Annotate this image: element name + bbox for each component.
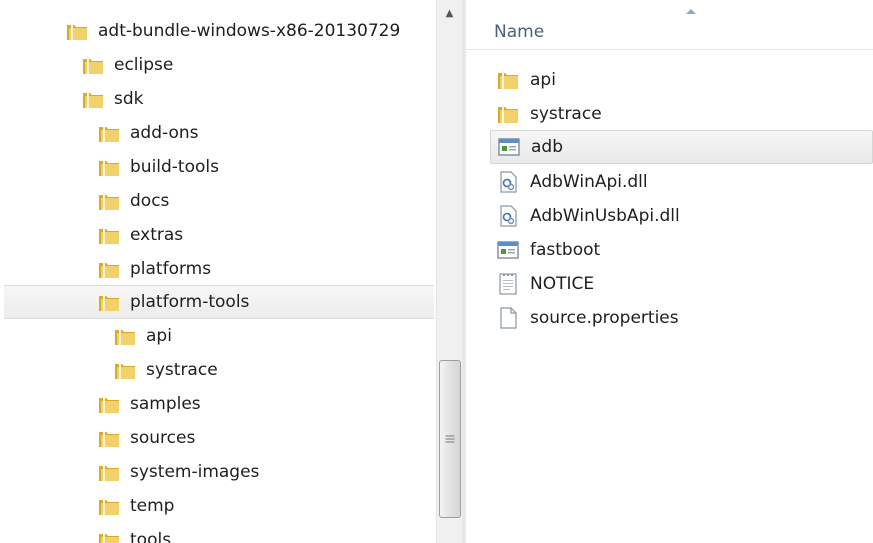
file-list-pane: Name api systrace adb AdbWinApi.dll AdbW… xyxy=(466,0,873,543)
tree-item-label: add-ons xyxy=(130,123,199,143)
tree-item-sources[interactable]: sources xyxy=(4,421,434,455)
tree-item-eclipse[interactable]: eclipse xyxy=(4,48,434,82)
tree-item-tools[interactable]: tools xyxy=(4,523,434,543)
folder-icon xyxy=(99,430,119,447)
tree-item-platforms[interactable]: platforms xyxy=(4,252,434,286)
application-icon xyxy=(497,241,519,259)
file-name: systrace xyxy=(530,104,602,124)
folder-icon xyxy=(99,396,119,413)
file-item-notice[interactable]: NOTICE xyxy=(490,267,873,301)
file-name: source.properties xyxy=(530,308,679,328)
grip-icon xyxy=(445,434,455,445)
tree-item-label: systrace xyxy=(146,360,218,380)
tree-item-label: tools xyxy=(130,530,172,543)
folder-icon xyxy=(99,125,119,142)
tree-item-label: adt-bundle-windows-x86-20130729 xyxy=(98,21,401,41)
folder-icon xyxy=(115,328,135,345)
tree-item-adt-bundle[interactable]: adt-bundle-windows-x86-20130729 xyxy=(4,14,434,48)
tree-item-label: samples xyxy=(130,394,201,414)
file-item-systrace[interactable]: systrace xyxy=(490,97,873,131)
tree-item-label: platforms xyxy=(130,259,212,279)
blank-file-icon xyxy=(500,307,517,329)
application-icon xyxy=(498,138,520,156)
folder-icon xyxy=(67,23,87,40)
tree-item-label: system-images xyxy=(130,462,260,482)
folder-icon xyxy=(83,91,103,108)
tree-item-label: api xyxy=(146,326,172,346)
tree-item-label: eclipse xyxy=(114,55,174,75)
file-name: fastboot xyxy=(530,240,601,260)
tree-item-samples[interactable]: samples xyxy=(4,387,434,421)
folder-icon xyxy=(99,294,119,311)
folder-icon xyxy=(99,193,119,210)
file-name: AdbWinUsbApi.dll xyxy=(530,206,680,226)
folder-icon xyxy=(99,498,119,515)
tree-item-docs[interactable]: docs xyxy=(4,184,434,218)
file-item-source-properties[interactable]: source.properties xyxy=(490,301,873,335)
tree-item-build-tools[interactable]: build-tools xyxy=(4,150,434,184)
tree-item-label: docs xyxy=(130,191,170,211)
tree-item-sdk[interactable]: sdk xyxy=(4,82,434,116)
folder-icon xyxy=(83,57,103,74)
tree-item-label: temp xyxy=(130,496,175,516)
dll-icon xyxy=(500,171,517,193)
tree-scrollbar[interactable]: ▲ xyxy=(436,0,462,543)
file-item-adb[interactable]: adb xyxy=(490,130,873,164)
folder-icon xyxy=(99,159,119,176)
tree-item-add-ons[interactable]: add-ons xyxy=(4,116,434,150)
folder-icon xyxy=(99,532,119,543)
sort-ascending-icon xyxy=(686,9,696,14)
file-name: api xyxy=(530,70,556,90)
file-name: NOTICE xyxy=(530,274,595,294)
file-name: AdbWinApi.dll xyxy=(530,172,648,192)
scroll-thumb[interactable] xyxy=(439,360,461,518)
tree-item-label: platform-tools xyxy=(130,292,250,312)
folder-icon xyxy=(498,105,518,123)
file-name: adb xyxy=(531,137,563,157)
tree-item-extras[interactable]: extras xyxy=(4,218,434,252)
tree-item-platform-tools[interactable]: platform-tools xyxy=(4,285,434,319)
folder-icon xyxy=(99,261,119,278)
tree-item-api[interactable]: api xyxy=(4,319,434,353)
dll-icon xyxy=(500,205,517,227)
folder-icon xyxy=(99,464,119,481)
file-item-fastboot[interactable]: fastboot xyxy=(490,233,873,267)
scroll-up-button[interactable]: ▲ xyxy=(437,0,462,26)
tree-item-temp[interactable]: temp xyxy=(4,489,434,523)
tree-item-label: extras xyxy=(130,225,184,245)
folder-icon xyxy=(498,71,518,89)
text-file-icon xyxy=(499,273,517,295)
column-header-label: Name xyxy=(494,22,545,42)
tree-item-label: sdk xyxy=(114,89,144,109)
arrow-up-icon: ▲ xyxy=(445,7,454,19)
tree-item-systrace[interactable]: systrace xyxy=(4,353,434,387)
tree-item-label: sources xyxy=(130,428,196,448)
tree-item-label: build-tools xyxy=(130,157,219,177)
column-header-name[interactable]: Name xyxy=(466,0,873,50)
file-item-adbwinusbapi-dll[interactable]: AdbWinUsbApi.dll xyxy=(490,199,873,233)
tree-item-system-images[interactable]: system-images xyxy=(4,455,434,489)
file-item-api[interactable]: api xyxy=(490,63,873,97)
file-item-adbwinapi-dll[interactable]: AdbWinApi.dll xyxy=(490,165,873,199)
folder-icon xyxy=(115,362,135,379)
folder-icon xyxy=(99,227,119,244)
navigation-tree[interactable]: adt-bundle-windows-x86-20130729 eclipse … xyxy=(0,0,436,543)
